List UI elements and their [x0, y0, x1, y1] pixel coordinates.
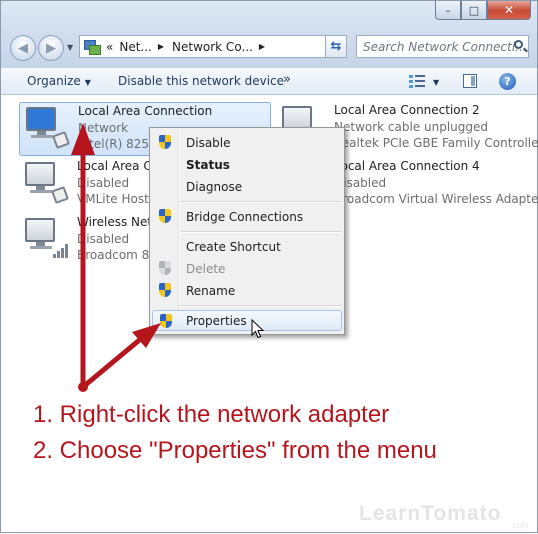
arrow-origin-dot: [78, 382, 88, 392]
network-connections-window: – □ ✕ ◀ ▶ ▼ « Net... ▶ Network Co... ▶ ▼…: [0, 0, 538, 533]
arrow-to-adapter-icon: [71, 123, 95, 390]
instruction-step-1: 1. Right-click the network adapter: [33, 401, 390, 428]
watermark-logo: LearnTomato: [359, 502, 502, 525]
watermark-suffix: .com: [511, 521, 529, 530]
instruction-step-2: 2. Choose "Properties" from the menu: [33, 437, 437, 464]
arrow-to-properties-icon: [80, 323, 161, 390]
